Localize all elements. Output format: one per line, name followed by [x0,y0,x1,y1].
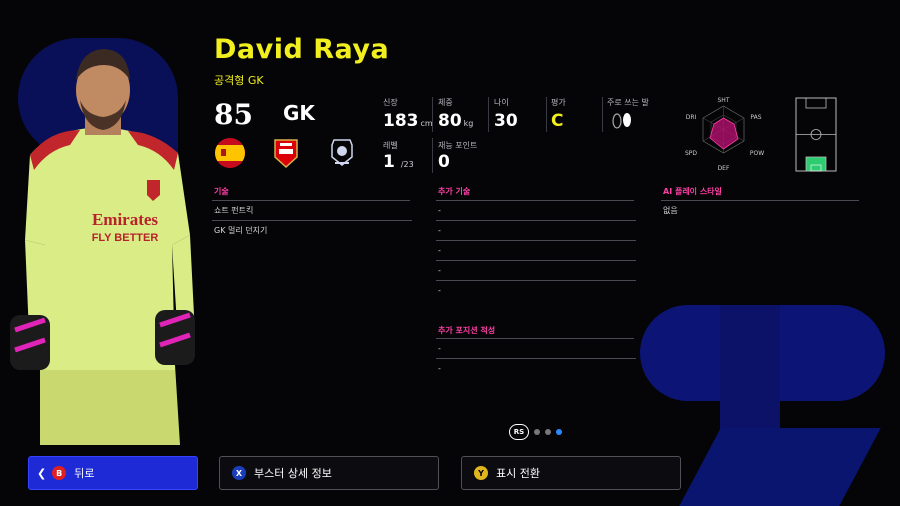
page-dot [545,429,551,435]
radar-label-pas: PAS [750,114,761,121]
preferred-foot-label: 주로 쓰는 발 [607,98,649,107]
page-dot-active [556,429,562,435]
weight-label: 체중 [438,98,453,107]
list-item: - [436,261,636,281]
radar-label-pow: POW [750,150,764,157]
back-button-label: 뒤로 [74,467,95,480]
ai-style-title: AI 플레이 스타일 [663,187,722,196]
additional-skills-title: 추가 기술 [438,187,471,196]
x-key-icon: X [232,466,246,480]
points-label: 재능 포인트 [438,141,478,150]
additional-positions-title: 추가 포지션 적성 [438,326,496,335]
toggle-display-button[interactable]: Y 표시 전환 [461,456,681,490]
league-badge-icon [331,139,353,166]
list-item: - [438,286,441,295]
svg-text:FLY BETTER: FLY BETTER [92,232,159,244]
list-item: 없음 [663,206,678,215]
radar-label-sht: SHT [718,97,730,104]
divider [432,97,433,132]
list-item: - [436,221,636,241]
divider [602,97,603,132]
age-value: 30 [494,111,518,131]
player-play-style: 공격형 GK [214,74,264,87]
player-rating: 85 [214,98,253,131]
age-label: 나이 [494,98,509,107]
toggle-display-label: 표시 전환 [496,467,540,480]
chevron-left-icon: ❮ [37,466,47,480]
grade-label: 평가 [551,98,566,107]
background-shape [679,428,881,506]
page-indicator[interactable]: RS [509,424,562,440]
skills-title: 기술 [214,187,229,196]
radar-label-spd: SPD [685,150,697,157]
b-key-icon: B [52,466,67,480]
booster-details-label: 부스터 상세 정보 [254,467,332,480]
radar-label-dri: DRI [686,114,697,121]
nationality-flag-icon [215,138,245,168]
grade-value: C [551,111,564,131]
svg-text:Emirates: Emirates [92,210,158,229]
level-value: 1/23 [383,152,414,172]
back-button[interactable]: ❮ B 뒤로 [28,456,198,490]
booster-details-button[interactable]: X 부스터 상세 정보 [219,456,439,490]
player-image: Emirates FLY BETTER [10,49,195,445]
list-item: 쇼트 펀트킥 [212,201,412,221]
divider [546,97,547,132]
ability-radar-chart: SHT DRI PAS SPD POW DEF [685,97,764,172]
position-pitch-map [795,97,837,172]
player-position: GK [283,101,315,125]
feet-icon [612,113,631,129]
divider [432,138,433,173]
level-label: 레벨 [383,141,398,150]
divider [488,97,489,132]
list-item: - [436,339,636,359]
points-value: 0 [438,152,450,172]
y-key-icon: Y [474,466,488,480]
club-crest-icon [274,139,298,169]
weight-value: 80 kg [438,111,474,131]
player-name: David Raya [214,34,390,65]
page-dot [534,429,540,435]
list-item: GK 멀리 던지기 [214,226,268,235]
height-value: 183 cm [383,111,433,131]
radar-label-def: DEF [718,165,730,172]
rs-stick-icon: RS [509,424,529,440]
height-label: 신장 [383,98,398,107]
list-item: - [436,241,636,261]
list-item: - [438,364,441,373]
list-item: - [436,201,636,221]
